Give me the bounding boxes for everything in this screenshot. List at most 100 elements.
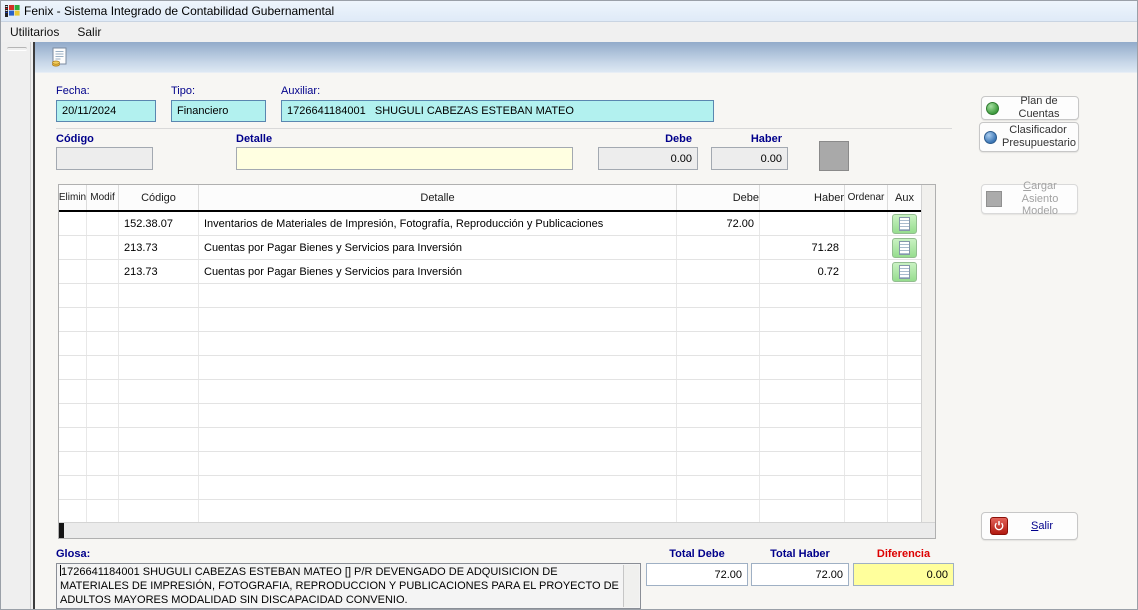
- table-vertical-scrollbar[interactable]: [921, 185, 935, 524]
- cell-debe: [677, 476, 760, 499]
- cell-ordenar: [845, 428, 888, 451]
- table-row: [59, 476, 921, 500]
- titlebar: Fenix - Sistema Integrado de Contabilida…: [1, 1, 1138, 22]
- header-aux[interactable]: Aux: [888, 185, 921, 210]
- tipo-label: Tipo:: [171, 85, 195, 97]
- collapsed-side-panel[interactable]: [1, 42, 31, 610]
- cell-codigo: [119, 380, 199, 403]
- application-window: Fenix - Sistema Integrado de Contabilida…: [0, 0, 1138, 610]
- cell-ordenar: [845, 404, 888, 427]
- auxiliar-input[interactable]: 1726641184001 SHUGULI CABEZAS ESTEBAN MA…: [281, 100, 714, 122]
- header-detalle[interactable]: Detalle: [199, 185, 677, 210]
- cell-modif: [87, 380, 119, 403]
- debe-input[interactable]: 0.00: [598, 147, 698, 170]
- cell-haber: [760, 356, 845, 379]
- haber-label: Haber: [711, 133, 782, 145]
- glosa-label: Glosa:: [56, 548, 90, 560]
- add-entry-button[interactable]: [819, 141, 849, 171]
- cell-aux: [888, 452, 921, 475]
- cell-ordenar: [845, 212, 888, 235]
- table-row[interactable]: 213.73Cuentas por Pagar Bienes y Servici…: [59, 260, 921, 284]
- clasificador-presupuestario-button[interactable]: Clasificador Presupuestario: [979, 122, 1079, 152]
- header-codigo[interactable]: Código: [119, 185, 199, 210]
- header-elimin[interactable]: Elimin: [59, 185, 87, 210]
- scrollbar-thumb[interactable]: [59, 523, 64, 538]
- cell-aux: [888, 356, 921, 379]
- cell-haber: [760, 380, 845, 403]
- cell-detalle: [199, 380, 677, 403]
- salir-button[interactable]: Salir: [981, 512, 1078, 540]
- cell-elimin: [59, 356, 87, 379]
- aux-button[interactable]: [892, 214, 917, 234]
- cell-modif: [87, 356, 119, 379]
- codigo-input[interactable]: [56, 147, 153, 170]
- cell-elimin: [59, 332, 87, 355]
- tipo-input[interactable]: Financiero: [171, 100, 266, 122]
- cell-codigo: 213.73: [119, 260, 199, 283]
- cell-debe: [677, 308, 760, 331]
- total-haber-value: 72.00: [751, 563, 849, 586]
- auxiliar-label: Auxiliar:: [281, 85, 320, 97]
- table-row: [59, 380, 921, 404]
- cell-ordenar: [845, 452, 888, 475]
- table-row: [59, 404, 921, 428]
- cell-modif: [87, 476, 119, 499]
- cell-elimin: [59, 476, 87, 499]
- toolbar: [35, 42, 1138, 73]
- header-haber[interactable]: Haber: [760, 185, 845, 210]
- panel-grip[interactable]: [7, 47, 27, 51]
- aux-button[interactable]: [892, 238, 917, 258]
- diferencia-value: 0.00: [853, 563, 954, 586]
- cell-haber: 71.28: [760, 236, 845, 259]
- table-row[interactable]: 152.38.07Inventarios de Materiales de Im…: [59, 212, 921, 236]
- cell-debe: [677, 404, 760, 427]
- cell-debe: [677, 332, 760, 355]
- green-sphere-icon: [986, 102, 999, 115]
- cell-codigo: [119, 308, 199, 331]
- plan-de-cuentas-button[interactable]: Plan de Cuentas: [981, 96, 1079, 120]
- cell-haber: [760, 404, 845, 427]
- table-horizontal-scrollbar[interactable]: [59, 522, 935, 538]
- header-debe[interactable]: Debe: [677, 185, 760, 210]
- cell-ordenar: [845, 332, 888, 355]
- total-haber-label: Total Haber: [751, 548, 849, 560]
- header-modif[interactable]: Modif: [87, 185, 119, 210]
- cell-haber: [760, 452, 845, 475]
- cell-modif: [87, 260, 119, 283]
- cell-modif: [87, 332, 119, 355]
- window-title: Fenix - Sistema Integrado de Contabilida…: [24, 4, 334, 18]
- journal-entry-icon[interactable]: [49, 47, 69, 68]
- salir-label: Salir: [1031, 520, 1053, 533]
- aux-button[interactable]: [892, 262, 917, 282]
- glosa-scrollbar[interactable]: [623, 565, 639, 607]
- table-row: [59, 308, 921, 332]
- cell-detalle: [199, 404, 677, 427]
- cell-ordenar: [845, 356, 888, 379]
- fecha-input[interactable]: 20/11/2024: [56, 100, 156, 122]
- cell-codigo: [119, 500, 199, 523]
- cargar-asiento-modelo-button[interactable]: Cargar Asiento Modelo: [981, 184, 1078, 214]
- menu-salir[interactable]: Salir: [68, 23, 110, 41]
- header-ordenar[interactable]: Ordenar: [845, 185, 888, 210]
- menu-utilitarios[interactable]: Utilitarios: [1, 23, 68, 41]
- cell-debe: [677, 500, 760, 523]
- cell-detalle: [199, 356, 677, 379]
- cell-elimin: [59, 452, 87, 475]
- cell-detalle: [199, 428, 677, 451]
- total-debe-label: Total Debe: [646, 548, 748, 560]
- clasificador-label: Clasificador Presupuestario: [1002, 124, 1074, 149]
- codigo-label: Código: [56, 133, 94, 145]
- cell-debe: [677, 356, 760, 379]
- cell-codigo: [119, 476, 199, 499]
- table-row[interactable]: 213.73Cuentas por Pagar Bienes y Servici…: [59, 236, 921, 260]
- cell-haber: [760, 332, 845, 355]
- cell-detalle: [199, 284, 677, 307]
- detalle-input[interactable]: [236, 147, 573, 170]
- haber-input[interactable]: 0.00: [711, 147, 788, 170]
- cell-haber: [760, 476, 845, 499]
- cell-codigo: 213.73: [119, 236, 199, 259]
- cell-aux: [888, 500, 921, 523]
- cell-haber: 0.72: [760, 260, 845, 283]
- cell-detalle: [199, 332, 677, 355]
- glosa-input[interactable]: 1726641184001 SHUGULI CABEZAS ESTEBAN MA…: [56, 563, 641, 609]
